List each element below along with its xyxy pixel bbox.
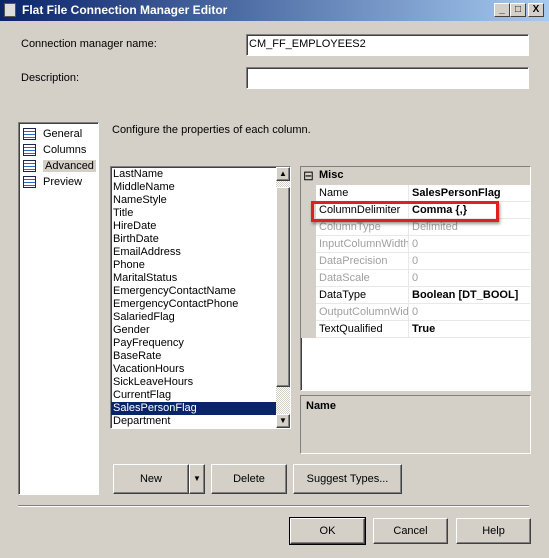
column-item[interactable]: Phone <box>111 259 278 272</box>
property-grid: ⊟ Misc Name SalesPersonFlag ColumnDelimite… <box>300 166 531 391</box>
column-item[interactable]: SalariedFlag <box>111 311 278 324</box>
title-bar: Flat File Connection Manager Editor <box>0 0 549 21</box>
nav-item-preview[interactable]: Preview <box>19 174 98 190</box>
window-title: Flat File Connection Manager Editor <box>22 3 228 17</box>
property-key: Name <box>316 185 409 202</box>
column-item[interactable]: Gender <box>111 324 278 337</box>
property-key: DataType <box>316 287 409 304</box>
column-item[interactable]: PayFrequency <box>111 337 278 350</box>
property-description: Name <box>300 395 531 454</box>
grid-icon <box>23 160 36 172</box>
suggest-types-button[interactable]: Suggest Types... <box>293 464 402 494</box>
category-row[interactable]: ⊟ Misc <box>301 167 530 185</box>
help-button[interactable]: Help <box>456 518 531 544</box>
app-icon <box>4 3 16 17</box>
property-value[interactable]: SalesPersonFlag <box>410 185 501 202</box>
property-value[interactable]: Boolean [DT_BOOL] <box>410 287 518 304</box>
property-row[interactable]: DataPrecision 0 <box>316 253 530 270</box>
column-item[interactable]: Department <box>111 415 278 428</box>
scroll-up-button[interactable]: ▲ <box>276 167 290 181</box>
column-item[interactable]: VacationHours <box>111 363 278 376</box>
column-item[interactable]: SickLeaveHours <box>111 376 278 389</box>
property-value[interactable]: 0 <box>410 304 418 321</box>
new-button[interactable]: New <box>113 464 189 494</box>
collapse-icon[interactable]: ⊟ <box>303 168 314 184</box>
column-item[interactable]: BirthDate <box>111 233 278 246</box>
highlight-box <box>311 201 499 222</box>
nav-panel: General Columns Advanced Preview <box>18 122 99 495</box>
property-key: OutputColumnWidth <box>316 304 409 321</box>
column-item[interactable]: MaritalStatus <box>111 272 278 285</box>
minimize-button[interactable]: _ <box>494 3 510 17</box>
grid-icon <box>23 144 36 156</box>
property-row[interactable]: Name SalesPersonFlag <box>316 185 530 202</box>
column-item[interactable]: LastName <box>111 168 278 181</box>
list-scrollbar[interactable]: ▲ ▼ <box>276 167 290 428</box>
nav-item-columns[interactable]: Columns <box>19 142 98 158</box>
description-title: Name <box>306 400 336 412</box>
divider <box>18 505 529 507</box>
grid-icon <box>23 176 36 188</box>
column-item[interactable]: CurrentFlag <box>111 389 278 402</box>
nav-item-label: Columns <box>43 144 87 156</box>
name-label: Connection manager name: <box>21 38 157 50</box>
ok-button[interactable]: OK <box>289 517 366 545</box>
property-row[interactable]: DataScale 0 <box>316 270 530 287</box>
instruction-text: Configure the properties of each column. <box>112 124 311 136</box>
nav-item-label: Advanced <box>43 160 96 172</box>
description-input[interactable] <box>246 67 529 89</box>
connection-name-input[interactable]: CM_FF_EMPLOYEES2 <box>246 34 529 56</box>
general-icon <box>23 128 36 140</box>
cancel-button[interactable]: Cancel <box>373 518 448 544</box>
property-key: DataScale <box>316 270 409 287</box>
column-item[interactable]: BaseRate <box>111 350 278 363</box>
property-value[interactable]: 0 <box>410 253 418 270</box>
column-item[interactable]: MiddleName <box>111 181 278 194</box>
column-item[interactable]: HireDate <box>111 220 278 233</box>
column-item[interactable]: EmergencyContactName <box>111 285 278 298</box>
description-label: Description: <box>21 72 80 84</box>
columns-list[interactable]: LastName MiddleName NameStyle Title HireDate… <box>110 166 291 429</box>
scroll-thumb[interactable] <box>276 187 290 387</box>
category-label: Misc <box>319 169 344 181</box>
property-value[interactable]: 0 <box>410 236 418 253</box>
property-row[interactable]: InputColumnWidth 0 <box>316 236 530 253</box>
scroll-down-button[interactable]: ▼ <box>276 414 290 428</box>
nav-item-advanced[interactable]: Advanced <box>19 158 98 174</box>
property-value[interactable]: True <box>410 321 435 338</box>
property-value[interactable]: 0 <box>410 270 418 287</box>
close-button[interactable]: X <box>528 3 544 17</box>
nav-item-label: General <box>43 128 83 140</box>
nav-item-general[interactable]: General <box>19 126 98 142</box>
maximize-button[interactable]: □ <box>510 3 526 17</box>
column-item[interactable]: NameStyle <box>111 194 278 207</box>
property-row[interactable]: TextQualified True <box>316 321 530 338</box>
column-item[interactable]: EmailAddress <box>111 246 278 259</box>
property-key: TextQualified <box>316 321 409 338</box>
property-row[interactable]: DataType Boolean [DT_BOOL] <box>316 287 530 304</box>
property-key: InputColumnWidth <box>316 236 409 253</box>
delete-button[interactable]: Delete <box>211 464 287 494</box>
column-item[interactable]: SalesPersonFlag <box>111 402 278 415</box>
property-row[interactable]: OutputColumnWidth 0 <box>316 304 530 321</box>
property-key: DataPrecision <box>316 253 409 270</box>
nav-item-label: Preview <box>43 176 83 188</box>
column-item[interactable]: Title <box>111 207 278 220</box>
new-dropdown-button[interactable]: ▼ <box>189 464 205 494</box>
column-item[interactable]: EmergencyContactPhone <box>111 298 278 311</box>
